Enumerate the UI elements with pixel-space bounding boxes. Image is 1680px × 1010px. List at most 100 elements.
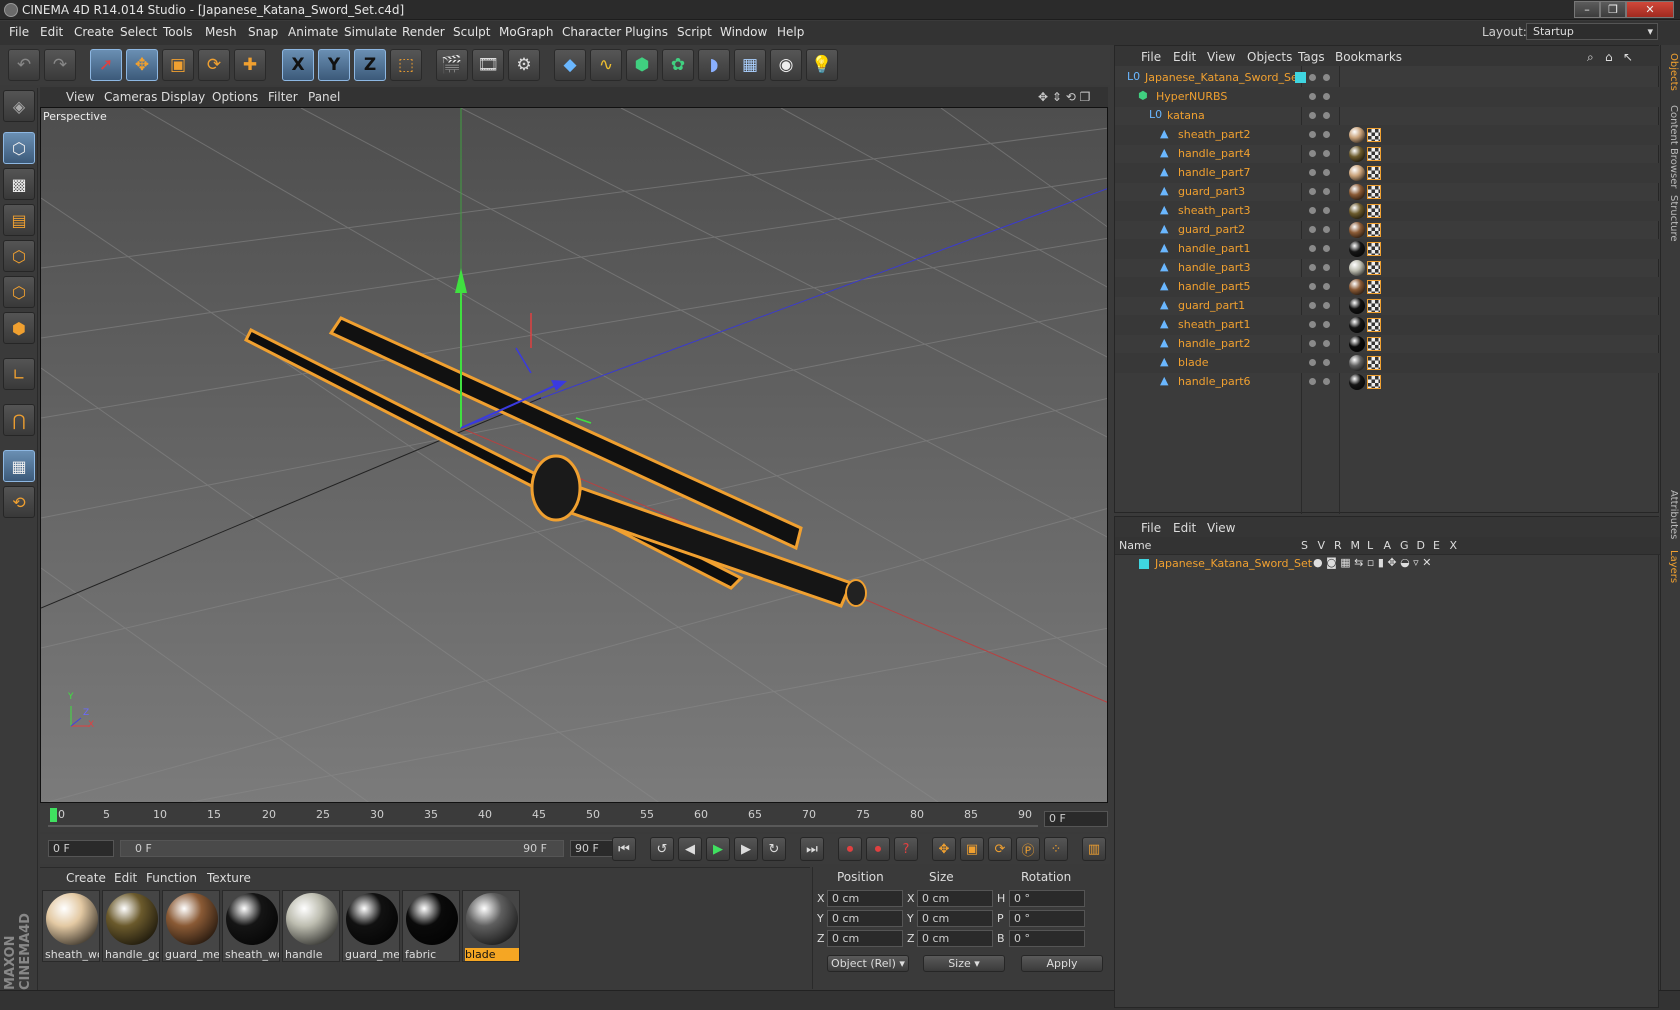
editor-visibility-dot[interactable] — [1309, 245, 1316, 252]
cube-primitive-icon[interactable]: ◆ — [554, 49, 586, 81]
material-tag[interactable] — [1349, 127, 1365, 143]
menu-render[interactable]: Render — [402, 25, 445, 39]
polygons-mode-icon[interactable]: ⬢ — [3, 312, 35, 344]
timeline-ruler[interactable]: 0 5 10 15 20 25 30 35 40 45 50 55 60 65 … — [40, 806, 1108, 832]
menu-character[interactable]: Character — [562, 25, 621, 39]
viewport-menu-cameras[interactable]: Cameras — [104, 90, 157, 104]
viewport-nav-icons[interactable]: ✥ ⇕ ⟲ ❐ — [1038, 90, 1090, 104]
rot-p-field[interactable]: 0 ° — [1009, 910, 1085, 927]
rot-b-field[interactable]: 0 ° — [1009, 930, 1085, 947]
layer-column-g[interactable]: G — [1400, 539, 1409, 552]
editor-visibility-dot[interactable] — [1309, 226, 1316, 233]
viewport-menu-options[interactable]: Options — [212, 90, 258, 104]
uvw-tag[interactable] — [1367, 261, 1381, 275]
camera-icon[interactable]: ◉ — [770, 49, 802, 81]
object-row[interactable]: ▲ handle_part2 — [1115, 334, 1660, 354]
menu-create[interactable]: Create — [74, 25, 114, 39]
render-visibility-dot[interactable] — [1323, 112, 1330, 119]
material-tag[interactable] — [1349, 317, 1365, 333]
editor-visibility-dot[interactable] — [1309, 150, 1316, 157]
x-axis-icon[interactable]: X — [282, 49, 314, 81]
object-row[interactable]: ▲ handle_part5 — [1115, 277, 1660, 297]
editor-visibility-dot[interactable] — [1309, 302, 1316, 309]
uvw-tag[interactable] — [1367, 147, 1381, 161]
object-row[interactable]: L0 katana — [1115, 106, 1660, 126]
menu-sculpt[interactable]: Sculpt — [453, 25, 490, 39]
material-tag[interactable] — [1349, 222, 1365, 238]
material-swatch[interactable]: fabric — [402, 890, 460, 962]
material-tag[interactable] — [1349, 146, 1365, 162]
spline-icon[interactable]: ∿ — [590, 49, 622, 81]
menu-script[interactable]: Script — [677, 25, 712, 39]
render-visibility-dot[interactable] — [1323, 169, 1330, 176]
menu-select[interactable]: Select — [120, 25, 157, 39]
editor-visibility-dot[interactable] — [1309, 378, 1316, 385]
uvw-tag[interactable] — [1367, 166, 1381, 180]
size-mode-select[interactable]: Size ▾ — [923, 955, 1005, 972]
object-row[interactable]: ▲ sheath_part3 — [1115, 201, 1660, 221]
rot-h-field[interactable]: 0 ° — [1009, 890, 1085, 907]
obj-menu-bookmarks[interactable]: Bookmarks — [1335, 50, 1402, 64]
render-visibility-dot[interactable] — [1323, 188, 1330, 195]
snap-magnet-icon[interactable]: ⋂ — [3, 404, 35, 436]
object-row[interactable]: ▲ guard_part1 — [1115, 296, 1660, 316]
minimize-button[interactable]: – — [1574, 1, 1600, 18]
select-live-icon[interactable]: ➚ — [90, 49, 122, 81]
object-row[interactable]: ▲ sheath_part1 — [1115, 315, 1660, 335]
material-tag[interactable] — [1349, 165, 1365, 181]
maximize-button[interactable]: ❐ — [1600, 1, 1626, 18]
nurbs-icon[interactable]: ⬢ — [626, 49, 658, 81]
editor-visibility-dot[interactable] — [1309, 188, 1316, 195]
object-row[interactable]: ▲ blade — [1115, 353, 1660, 373]
material-tag[interactable] — [1349, 279, 1365, 295]
pos-x-field[interactable]: 0 cm — [827, 890, 903, 907]
uvw-tag[interactable] — [1367, 337, 1381, 351]
timeline-window-icon[interactable]: ▥ — [1082, 837, 1106, 861]
menu-edit[interactable]: Edit — [40, 25, 63, 39]
object-row[interactable]: ▲ guard_part3 — [1115, 182, 1660, 202]
key-position-icon[interactable]: ✥ — [932, 837, 956, 861]
obj-menu-edit[interactable]: Edit — [1173, 50, 1196, 64]
object-row[interactable]: ▲ handle_part7 — [1115, 163, 1660, 183]
home-icon[interactable]: ⌂ — [1605, 50, 1613, 64]
go-to-end-icon[interactable]: ⏭ — [800, 837, 824, 861]
size-z-field[interactable]: 0 cm — [917, 930, 993, 947]
editor-visibility-dot[interactable] — [1309, 93, 1316, 100]
layer-column-m[interactable]: M — [1351, 539, 1361, 552]
editor-visibility-dot[interactable] — [1309, 207, 1316, 214]
material-tag[interactable] — [1349, 355, 1365, 371]
layer-flags-icons[interactable]: ● ◙ ▦ ⇆ ▫ ▮ ✥ ◒ ▿ ✕ — [1313, 556, 1431, 569]
render-visibility-dot[interactable] — [1323, 74, 1330, 81]
redo-icon[interactable]: ↷ — [44, 49, 76, 81]
current-frame-field[interactable]: 0 F — [1044, 811, 1108, 827]
mograph-cloner-icon[interactable]: ✿ — [662, 49, 694, 81]
material-tag[interactable] — [1349, 336, 1365, 352]
material-tag[interactable] — [1349, 374, 1365, 390]
next-frame-icon[interactable]: ▶ — [734, 837, 758, 861]
render-visibility-dot[interactable] — [1323, 264, 1330, 271]
viewport-menu-panel[interactable]: Panel — [308, 90, 340, 104]
menu-window[interactable]: Window — [720, 25, 767, 39]
playhead[interactable] — [50, 808, 57, 822]
obj-menu-tags[interactable]: Tags — [1298, 50, 1325, 64]
perspective-viewport[interactable]: Perspective Y Z X — [40, 107, 1108, 803]
render-visibility-dot[interactable] — [1323, 359, 1330, 366]
menu-animate[interactable]: Animate — [288, 25, 338, 39]
material-swatch[interactable]: guard_met — [162, 890, 220, 962]
viewport-menu-display[interactable]: Display — [161, 90, 205, 104]
move-icon[interactable]: ✥ — [126, 49, 158, 81]
material-tag[interactable] — [1349, 241, 1365, 257]
pos-y-field[interactable]: 0 cm — [827, 910, 903, 927]
play-icon[interactable]: ▶ — [706, 837, 730, 861]
workplane-lock-icon[interactable]: ▦ — [3, 450, 35, 482]
layout-select[interactable]: Startup ▾ — [1526, 23, 1658, 40]
render-visibility-dot[interactable] — [1323, 378, 1330, 385]
editor-visibility-dot[interactable] — [1309, 169, 1316, 176]
key-rotation-icon[interactable]: ⟳ — [988, 837, 1012, 861]
menu-simulate[interactable]: Simulate — [344, 25, 397, 39]
layer-column-a[interactable]: A — [1384, 539, 1392, 552]
axis-mode-icon[interactable]: ∟ — [3, 358, 35, 390]
material-swatch[interactable]: handle — [282, 890, 340, 962]
tab-layers[interactable]: Layers — [1663, 550, 1679, 583]
size-y-field[interactable]: 0 cm — [917, 910, 993, 927]
